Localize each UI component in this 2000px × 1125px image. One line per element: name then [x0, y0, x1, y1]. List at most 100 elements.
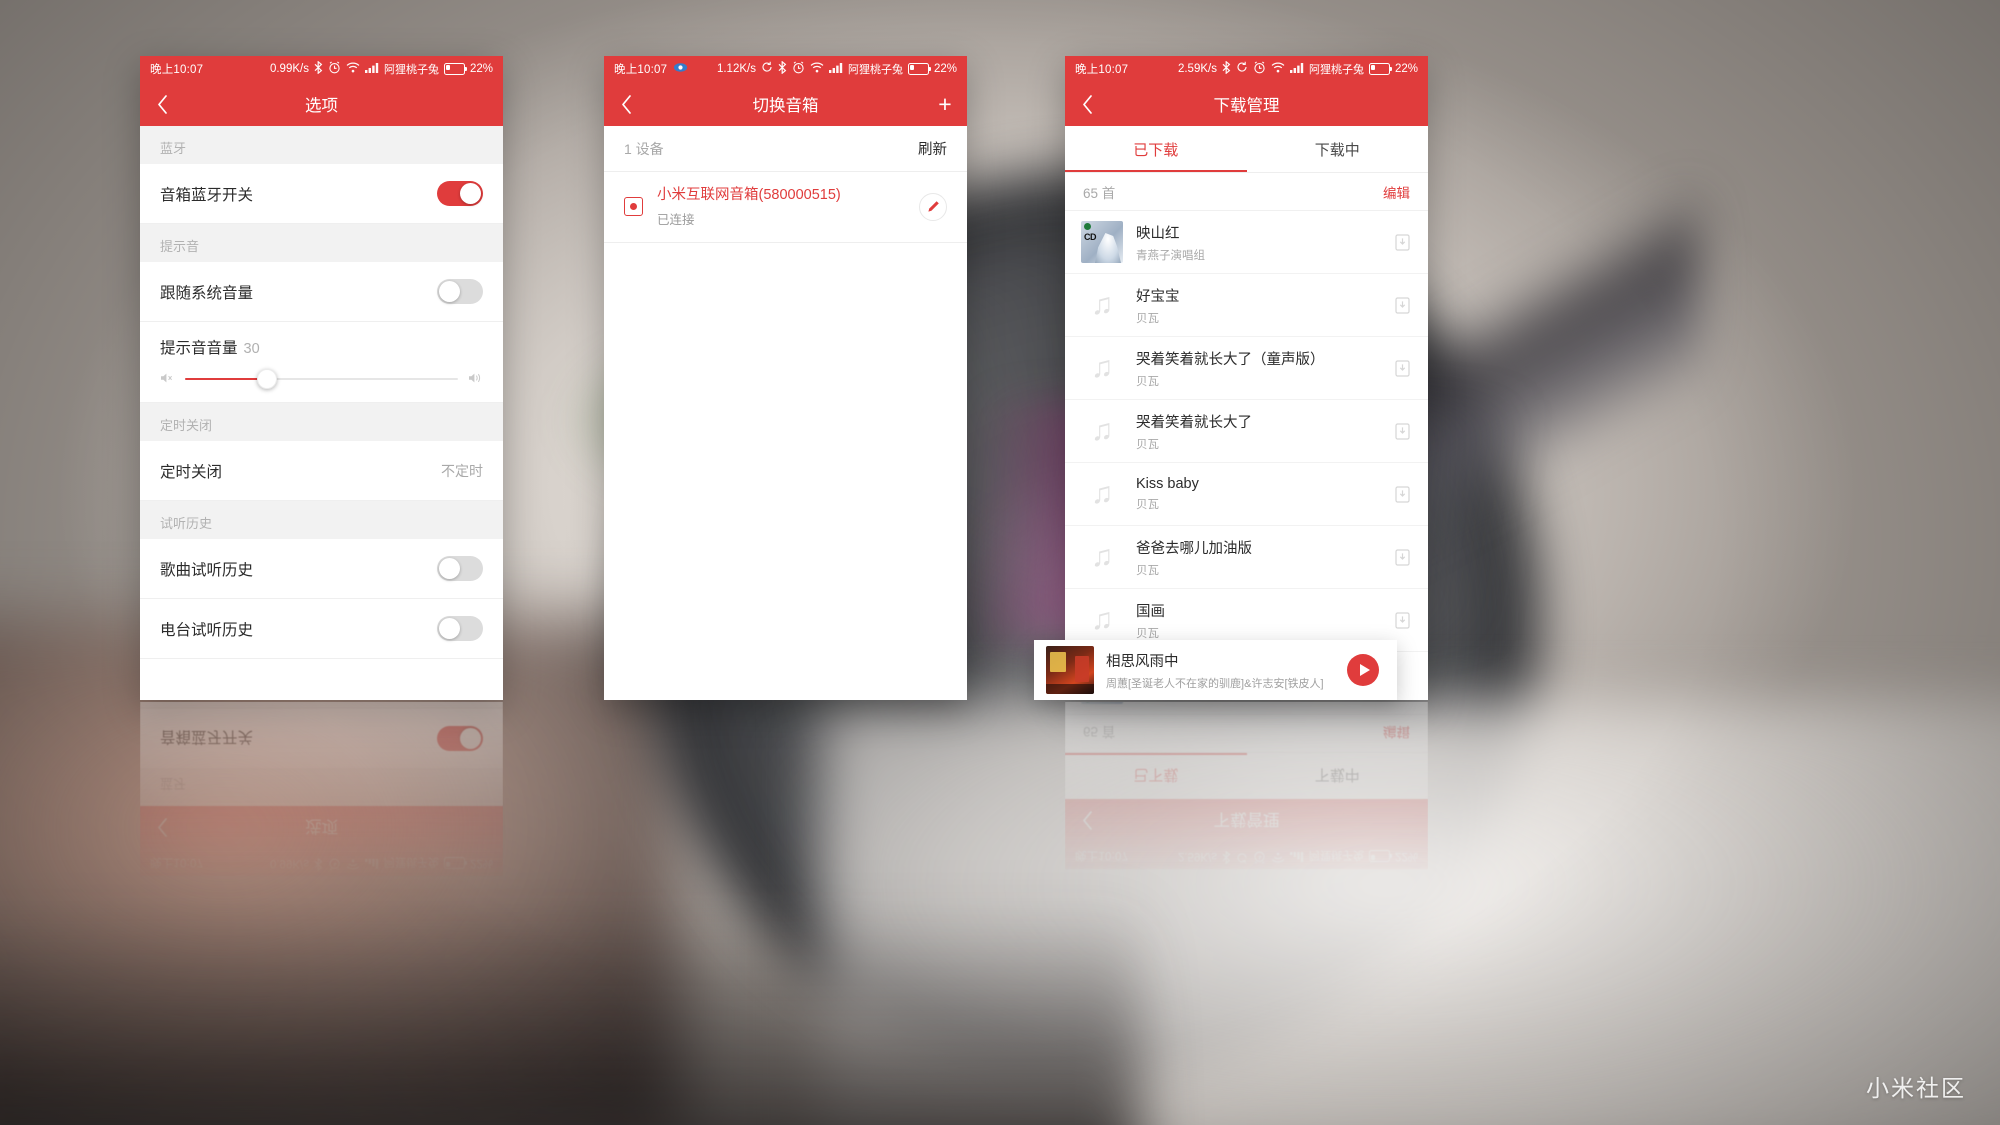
row-label: 音箱蓝牙开关 [160, 186, 254, 204]
row-label: 定时关闭 [160, 463, 223, 481]
status-network-speed: 2.59K/s [1177, 63, 1217, 75]
edit-button[interactable]: 编辑 [1383, 182, 1410, 202]
song-title: 爸爸去哪儿加油版 [1136, 540, 1252, 557]
status-network-speed: 0.99K/s [269, 63, 309, 75]
phone-screen-switch-speaker: 晚上10:07 1.12K/s 阿狸桃子兔 22% 切换音箱 + 1 设备 刷新… [604, 56, 967, 700]
watermark: 小米社区 [1866, 1075, 1966, 1101]
song-row[interactable]: CD 映山红青燕子演唱组 [1065, 211, 1428, 274]
back-button[interactable] [140, 82, 184, 126]
tab-downloaded[interactable]: 已下载 [1065, 126, 1247, 172]
status-time: 晚上10:07 [150, 64, 204, 76]
downloaded-icon[interactable] [1392, 421, 1412, 441]
toggle-radio-audition-history[interactable] [437, 616, 483, 641]
speaker-icon [624, 197, 643, 217]
mini-player[interactable]: 相思风雨中 周蕙[圣诞老人不在家的驯鹿]&许志安[铁皮人] [1034, 640, 1397, 700]
song-count-bar: 65 首 编辑 [1065, 173, 1428, 211]
album-art: CD [1081, 221, 1123, 263]
tab-downloading[interactable]: 下载中 [1247, 126, 1429, 172]
speaker-max-icon [468, 372, 483, 386]
song-title: 映山红 [1136, 225, 1180, 242]
device-count: 1 设备 [624, 140, 664, 157]
song-text: 映山红青燕子演唱组 [1136, 222, 1392, 263]
alarm-icon [328, 61, 341, 78]
pencil-icon[interactable] [919, 192, 947, 221]
page-title: 切换音箱 [752, 97, 819, 115]
row-song-audition-history[interactable]: 歌曲试听历史 [140, 539, 503, 599]
music-note-icon: ♫ [1090, 603, 1114, 636]
play-icon[interactable] [1347, 654, 1379, 686]
downloaded-icon[interactable] [1392, 610, 1412, 630]
toggle-song-audition-history[interactable] [437, 556, 483, 581]
speaker-mute-icon [160, 372, 175, 386]
prompt-volume-slider[interactable] [185, 369, 458, 389]
song-title: Kiss baby [1136, 476, 1199, 492]
music-note-icon: ♫ [1090, 414, 1114, 447]
slider-value: 30 [243, 341, 260, 357]
toggle-speaker-bluetooth[interactable] [437, 181, 483, 206]
status-carrier: 阿狸桃子兔 [1308, 64, 1364, 76]
app-bar: 下载管理 [1065, 82, 1428, 126]
row-radio-audition-history[interactable]: 电台试听历史 [140, 599, 503, 659]
song-row[interactable]: ♫ 哭着笑着就长大了贝瓦 [1065, 400, 1428, 463]
downloaded-icon[interactable] [1392, 232, 1412, 252]
song-artist: 贝瓦 [1136, 564, 1159, 577]
wifi-icon [346, 62, 360, 77]
status-carrier: 阿狸桃子兔 [383, 64, 439, 76]
battery-icon [443, 63, 468, 75]
song-title: 好宝宝 [1136, 288, 1180, 305]
add-device-button[interactable]: + [923, 82, 967, 126]
device-row[interactable]: 小米互联网音箱(580000515) 已连接 [604, 172, 967, 243]
song-row[interactable]: ♫ 爸爸去哪儿加油版贝瓦 [1065, 526, 1428, 589]
song-artist: 贝瓦 [1136, 438, 1159, 451]
song-artist: 青燕子演唱组 [1136, 249, 1205, 262]
slider-label: 提示音音量 [160, 340, 238, 357]
slider-caption: 提示音音量 30 [160, 336, 483, 358]
song-row[interactable]: ♫ Kiss baby 贝瓦 [1065, 463, 1428, 526]
app-bar: 切换音箱 + [604, 82, 967, 126]
row-label: 电台试听历史 [160, 621, 254, 639]
status-bar: 晚上10:07 1.12K/s 阿狸桃子兔 22% [604, 56, 967, 82]
refresh-button[interactable]: 刷新 [918, 138, 947, 159]
status-bar: 晚上10:07 0.99K/s 阿狸桃子兔 22% [140, 56, 503, 82]
row-prompt-volume[interactable]: 提示音音量 30 [140, 322, 503, 403]
signal-icon [1289, 62, 1304, 77]
mini-player-cover [1046, 646, 1094, 694]
bluetooth-icon [778, 60, 787, 78]
song-list: CD 映山红青燕子演唱组 ♫ 好宝宝贝瓦 ♫ 哭着笑着就长大了（童声版） 贝瓦 ♫ 哭着笑着就长… [1065, 211, 1428, 652]
song-text: 哭着笑着就长大了贝瓦 [1136, 411, 1392, 452]
eye-icon [673, 62, 688, 77]
mini-player-subtitle: 周蕙[圣诞老人不在家的驯鹿]&许志安[铁皮人] [1106, 677, 1324, 690]
signal-icon [828, 62, 843, 77]
toggle-follow-system-volume[interactable] [437, 279, 483, 304]
back-button[interactable] [604, 82, 648, 126]
downloaded-icon[interactable] [1392, 295, 1412, 315]
group-header-history: 试听历史 [140, 501, 503, 539]
phone-screen-download-manager: 晚上10:07 2.59K/s 阿狸桃子兔 22% 下载管理 已下载 下载中 6… [1065, 56, 1428, 700]
song-text: 国画 贝瓦 [1136, 600, 1392, 641]
song-artist: 贝瓦 [1136, 375, 1159, 388]
music-note-icon: ♫ [1090, 288, 1114, 321]
back-button[interactable] [1065, 82, 1109, 126]
song-title: 哭着笑着就长大了（童声版） [1136, 351, 1325, 368]
status-network-speed: 1.12K/s [716, 63, 756, 75]
song-title: 国画 [1136, 603, 1165, 620]
status-battery: 22% [933, 63, 957, 75]
song-count: 65 首 [1083, 185, 1116, 201]
downloaded-icon[interactable] [1392, 358, 1412, 378]
song-text: 爸爸去哪儿加油版贝瓦 [1136, 537, 1392, 578]
downloaded-icon[interactable] [1392, 484, 1412, 504]
row-speaker-bluetooth[interactable]: 音箱蓝牙开关 [140, 164, 503, 224]
music-note-icon: ♫ [1090, 540, 1114, 573]
group-header-prompt-tone: 提示音 [140, 224, 503, 262]
downloaded-icon[interactable] [1392, 547, 1412, 567]
alarm-icon [1253, 61, 1266, 78]
song-row[interactable]: ♫ 好宝宝 贝瓦 [1065, 274, 1428, 337]
row-follow-system-volume[interactable]: 跟随系统音量 [140, 262, 503, 322]
wifi-icon [810, 62, 824, 77]
row-timer-shutdown[interactable]: 定时关闭 不定时 [140, 441, 503, 501]
song-title: 哭着笑着就长大了 [1136, 414, 1252, 431]
alarm-icon [792, 61, 805, 78]
battery-icon [907, 63, 932, 75]
song-row[interactable]: ♫ 哭着笑着就长大了（童声版） 贝瓦 [1065, 337, 1428, 400]
music-note-icon: ♫ [1090, 351, 1114, 384]
